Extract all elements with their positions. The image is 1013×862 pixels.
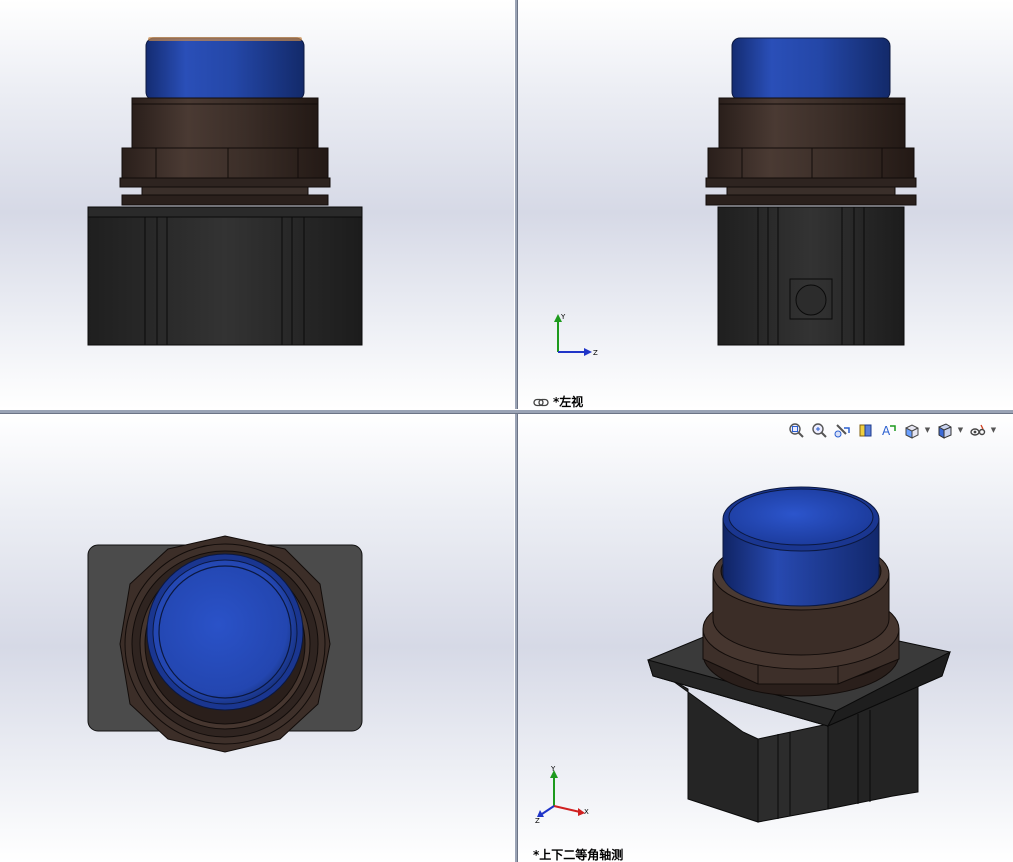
button-model-isometric[interactable] xyxy=(518,414,1013,862)
axis-y-label: Y xyxy=(560,313,566,321)
axis-triad-left: Y Z xyxy=(554,313,598,357)
axis-z-label: Z xyxy=(535,817,540,825)
button-model-front[interactable] xyxy=(0,0,514,409)
axis-x-label: X xyxy=(584,808,589,816)
cad-window: Y Z *左视 A ▼ ▼ ▼ Y X Z *上下二等角轴测 xyxy=(0,0,1013,862)
link-icon xyxy=(533,398,549,407)
viewport-splitter-horizontal[interactable] xyxy=(0,409,1013,414)
view-name-isometric: *上下二等角轴测 xyxy=(533,848,624,862)
viewport-splitter-vertical[interactable] xyxy=(514,0,518,862)
axis-triad-isometric: Y X Z xyxy=(535,765,589,825)
viewport-isometric[interactable]: A ▼ ▼ ▼ Y X Z *上下二等角轴测 xyxy=(518,414,1013,862)
view-name-left: *左视 xyxy=(553,395,584,409)
button-model-top[interactable] xyxy=(0,414,514,862)
view-label-isometric: *上下二等角轴测 xyxy=(533,846,623,862)
viewport-top[interactable] xyxy=(0,414,514,862)
viewport-left[interactable]: Y Z *左视 xyxy=(518,0,1013,409)
view-label-left: *左视 xyxy=(533,393,583,409)
axis-y-label: Y xyxy=(550,765,556,773)
viewport-front[interactable] xyxy=(0,0,514,409)
axis-z-label: Z xyxy=(593,349,598,357)
